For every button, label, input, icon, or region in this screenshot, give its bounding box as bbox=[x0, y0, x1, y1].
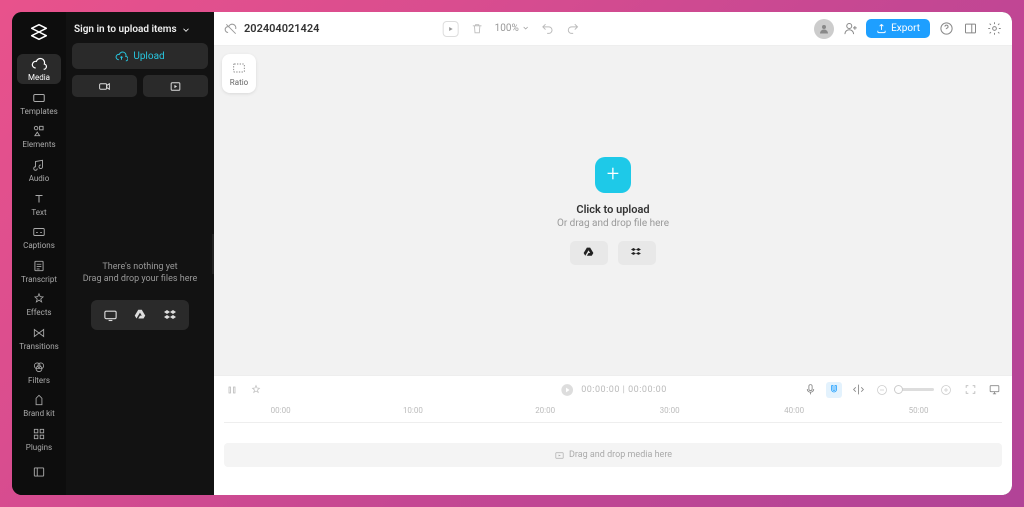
zoom-in-button[interactable] bbox=[938, 382, 954, 398]
transitions-icon bbox=[31, 325, 47, 341]
play-timeline-button[interactable] bbox=[559, 382, 575, 398]
undo-button[interactable] bbox=[539, 21, 555, 37]
plugins-icon bbox=[31, 426, 47, 442]
avatar[interactable] bbox=[814, 19, 834, 39]
upload-device-button[interactable] bbox=[95, 304, 125, 326]
gdrive-icon bbox=[133, 308, 147, 322]
nav-templates[interactable]: Templates bbox=[17, 88, 61, 118]
drop-area[interactable]: There's nothing yet Drag and drop your f… bbox=[72, 105, 208, 487]
invite-button[interactable] bbox=[842, 21, 858, 37]
nav-collapse[interactable] bbox=[17, 457, 61, 487]
upload-card: + Click to upload Or drag and drop file … bbox=[557, 157, 669, 265]
media-panel: Sign in to upload items Upload There's n… bbox=[66, 12, 214, 495]
upload-plus-button[interactable]: + bbox=[595, 157, 631, 193]
image-play-icon bbox=[169, 80, 182, 93]
timecode: 00:00:00 | 00:00:00 bbox=[581, 385, 667, 395]
cloud-upload-icon bbox=[115, 50, 128, 63]
nav-transitions[interactable]: Transitions bbox=[17, 323, 61, 353]
upload-button[interactable]: Upload bbox=[72, 43, 208, 69]
media-icon bbox=[554, 450, 565, 461]
stage: Ratio + Click to upload Or drag and drop… bbox=[214, 46, 1012, 375]
nav-effects[interactable]: Effects bbox=[17, 290, 61, 320]
drop-line2: Drag and drop your files here bbox=[83, 274, 197, 284]
zoom-out-button[interactable] bbox=[874, 382, 890, 398]
nav-plugins[interactable]: Plugins bbox=[17, 424, 61, 454]
nav-transcript[interactable]: Transcript bbox=[17, 256, 61, 286]
effects-icon bbox=[31, 291, 47, 307]
play-button[interactable] bbox=[443, 21, 459, 37]
cloud-icon bbox=[31, 56, 47, 72]
magnet-button[interactable] bbox=[826, 382, 842, 398]
audio-icon bbox=[31, 157, 47, 173]
text-icon bbox=[31, 191, 47, 207]
filters-icon bbox=[31, 359, 47, 375]
chevron-down-icon bbox=[521, 24, 529, 32]
redo-button[interactable] bbox=[565, 21, 581, 37]
nav-audio[interactable]: Audio bbox=[17, 155, 61, 185]
timeline: 00:00 10:00 20:00 30:00 40:00 50:00 Drag… bbox=[214, 403, 1012, 495]
upload-gdrive-button[interactable] bbox=[125, 304, 155, 326]
upload-sources-row bbox=[91, 300, 189, 330]
dropbox-icon bbox=[163, 308, 178, 323]
export-icon bbox=[876, 23, 887, 34]
nav-filters[interactable]: Filters bbox=[17, 357, 61, 387]
project-name[interactable]: 202404021424 bbox=[244, 22, 319, 35]
settings-button[interactable] bbox=[986, 21, 1002, 37]
nav-rail: Media Templates Elements Audio Text Capt… bbox=[12, 12, 66, 495]
timeline-track[interactable]: Drag and drop media here bbox=[224, 443, 1002, 467]
zoom-slider[interactable] bbox=[894, 388, 934, 391]
nav-brandkit[interactable]: Brand kit bbox=[17, 390, 61, 420]
nav-captions[interactable]: Captions bbox=[17, 222, 61, 252]
drop-line1: There's nothing yet bbox=[102, 262, 177, 272]
ratio-button[interactable]: Ratio bbox=[222, 54, 256, 93]
templates-icon bbox=[31, 90, 47, 106]
app-logo bbox=[25, 20, 53, 44]
nav-elements[interactable]: Elements bbox=[17, 122, 61, 152]
captions-icon bbox=[31, 224, 47, 240]
topbar: 202404021424 100% Export bbox=[214, 12, 1012, 46]
ratio-icon bbox=[231, 60, 247, 76]
brandkit-icon bbox=[31, 392, 47, 408]
collapse-icon bbox=[31, 464, 47, 480]
marker-button[interactable] bbox=[248, 382, 264, 398]
zoom-slider-button[interactable] bbox=[850, 382, 866, 398]
tab-image[interactable] bbox=[143, 75, 208, 97]
signin-link[interactable]: Sign in to upload items bbox=[72, 20, 208, 43]
cloud-sync-icon bbox=[224, 22, 238, 36]
export-button[interactable]: Export bbox=[866, 19, 930, 38]
upload-title: Click to upload bbox=[576, 203, 649, 216]
upload-subtitle: Or drag and drop file here bbox=[557, 218, 669, 229]
transcript-icon bbox=[31, 258, 47, 274]
tab-video[interactable] bbox=[72, 75, 137, 97]
nav-media[interactable]: Media bbox=[17, 54, 61, 84]
gdrive-icon bbox=[582, 246, 595, 259]
nav-text[interactable]: Text bbox=[17, 189, 61, 219]
chevron-down-icon bbox=[181, 25, 191, 35]
timeline-toolbar: 00:00:00 | 00:00:00 bbox=[214, 375, 1012, 403]
fit-button[interactable] bbox=[962, 382, 978, 398]
dropbox-icon bbox=[630, 246, 644, 260]
help-button[interactable] bbox=[938, 21, 954, 37]
stage-dropbox-button[interactable] bbox=[618, 241, 656, 265]
elements-icon bbox=[31, 123, 47, 139]
monitor-icon bbox=[103, 308, 118, 323]
video-icon bbox=[98, 80, 111, 93]
stage-gdrive-button[interactable] bbox=[570, 241, 608, 265]
split-button[interactable] bbox=[224, 382, 240, 398]
user-icon bbox=[818, 23, 830, 35]
zoom-level[interactable]: 100% bbox=[495, 23, 530, 34]
upload-dropbox-button[interactable] bbox=[155, 304, 185, 326]
layout-button[interactable] bbox=[962, 21, 978, 37]
discard-button[interactable] bbox=[469, 21, 485, 37]
present-button[interactable] bbox=[986, 382, 1002, 398]
main-area: 202404021424 100% Export bbox=[214, 12, 1012, 495]
timeline-ruler[interactable]: 00:00 10:00 20:00 30:00 40:00 50:00 bbox=[224, 403, 1002, 423]
mic-button[interactable] bbox=[802, 382, 818, 398]
